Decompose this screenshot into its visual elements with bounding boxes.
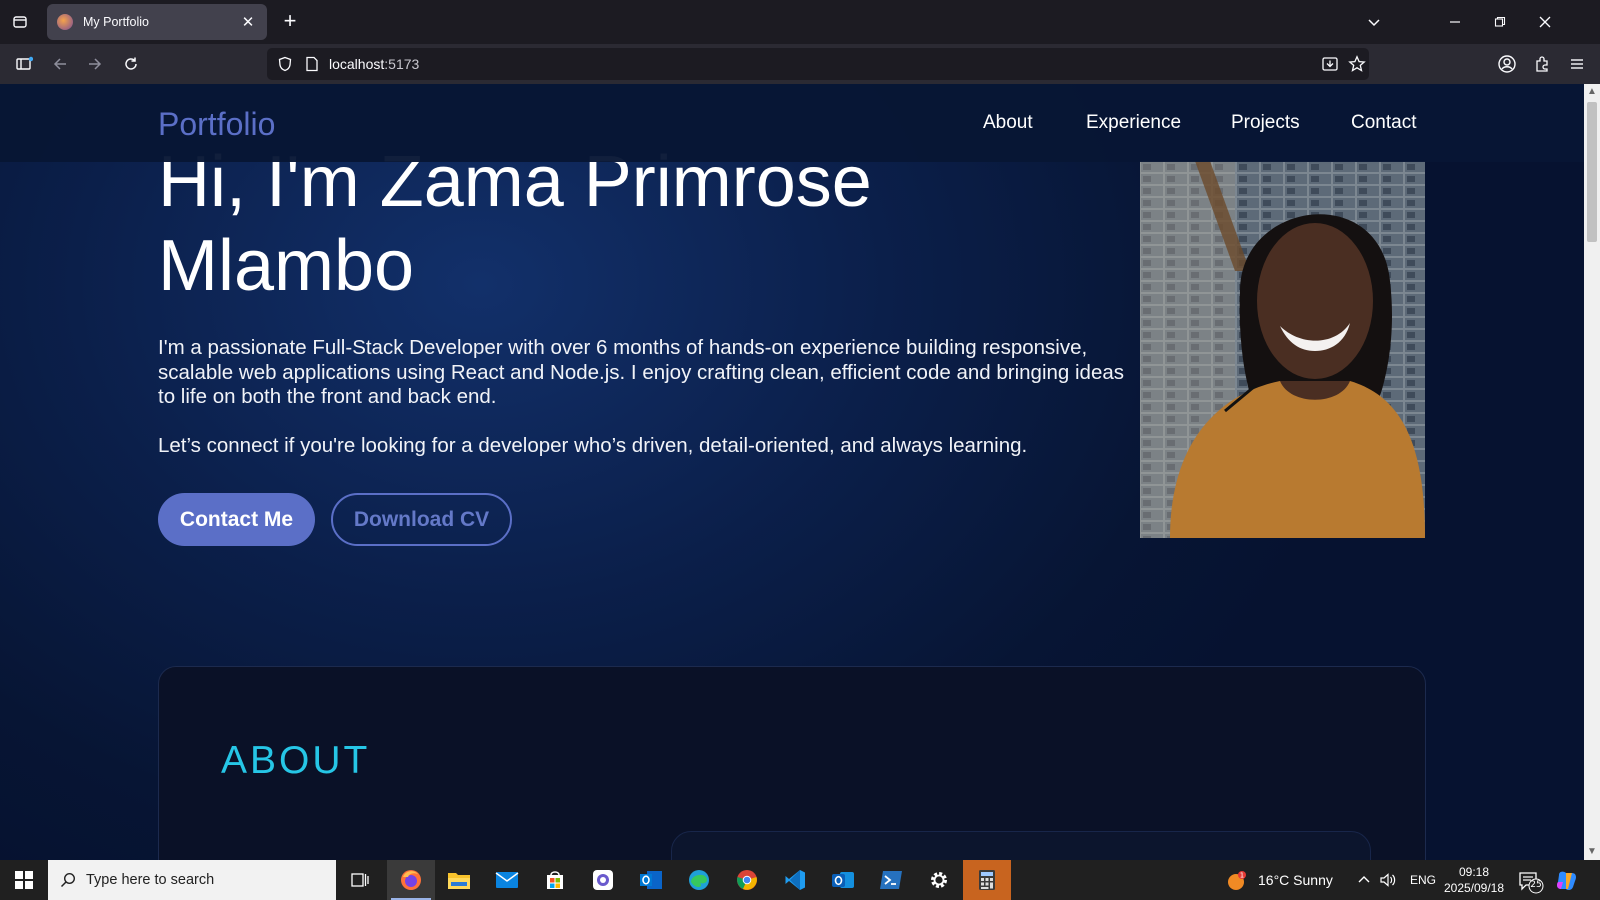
- nav-link-about[interactable]: About: [983, 112, 1033, 134]
- clock-date: 2025/09/18: [1443, 881, 1505, 895]
- about-heading: ABOUT: [221, 739, 371, 782]
- page-viewport: Hi, I'm Zama Primrose Mlambo I'm a passi…: [0, 84, 1584, 860]
- browser-tab-bar: My Portfolio ✕ +: [0, 0, 1600, 44]
- page-scrollbar[interactable]: ▲ ▼: [1584, 84, 1600, 860]
- svg-text:1: 1: [1240, 872, 1244, 880]
- new-tab-icon[interactable]: +: [278, 10, 302, 34]
- scroll-up-icon[interactable]: ▲: [1584, 84, 1600, 100]
- extensions-icon[interactable]: [1530, 52, 1554, 76]
- reload-icon[interactable]: [119, 52, 143, 76]
- hero-paragraph: I'm a passionate Full-Stack Developer wi…: [158, 336, 1125, 408]
- download-cv-button[interactable]: Download CV: [331, 493, 512, 546]
- volume-icon[interactable]: [1379, 872, 1397, 893]
- hero-description: I'm a passionate Full-Stack Developer wi…: [158, 336, 1143, 458]
- search-placeholder: Type here to search: [86, 872, 215, 888]
- about-content-card: [671, 831, 1371, 860]
- taskbar-search-input[interactable]: Type here to search: [48, 860, 336, 900]
- account-icon[interactable]: [1495, 52, 1519, 76]
- edge-icon[interactable]: [675, 860, 723, 900]
- chrome-icon[interactable]: [723, 860, 771, 900]
- sidebar-toggle-icon[interactable]: [12, 52, 36, 76]
- show-hidden-icons-chevron-icon[interactable]: [1357, 873, 1371, 892]
- shield-icon[interactable]: [277, 56, 293, 77]
- page-info-icon[interactable]: [305, 56, 319, 77]
- outlook-icon[interactable]: [627, 860, 675, 900]
- tab-close-icon[interactable]: ✕: [239, 13, 257, 31]
- clock-time: 09:18: [1458, 865, 1490, 879]
- scroll-down-icon[interactable]: ▼: [1584, 844, 1600, 860]
- save-to-pocket-icon[interactable]: [1321, 55, 1339, 78]
- weather-text[interactable]: 16°C Sunny: [1258, 872, 1333, 888]
- url-port: :5173: [384, 56, 420, 72]
- notifications-icon[interactable]: 25: [1518, 870, 1544, 899]
- tab-list-icon[interactable]: [8, 10, 32, 34]
- minimize-icon[interactable]: [1443, 10, 1467, 34]
- close-window-icon[interactable]: [1533, 10, 1557, 34]
- back-icon[interactable]: [48, 52, 72, 76]
- contact-me-button[interactable]: Contact Me: [158, 493, 315, 546]
- site-header: Portfolio About Experience Projects Cont…: [0, 84, 1584, 162]
- address-bar[interactable]: localhost:5173: [267, 48, 1369, 80]
- mail-icon[interactable]: [483, 860, 531, 900]
- forward-icon[interactable]: [83, 52, 107, 76]
- profile-photo: [1140, 161, 1425, 538]
- weather-icon[interactable]: 1: [1226, 870, 1248, 897]
- hero-title: Hi, I'm Zama Primrose Mlambo: [158, 140, 1078, 308]
- microsoft-store-icon[interactable]: [531, 860, 579, 900]
- taskbar: Type here to search 1 16°C Sunny ENG 09:…: [0, 860, 1600, 900]
- url-host: localhost: [329, 56, 385, 72]
- settings-gear-icon[interactable]: [915, 860, 963, 900]
- restore-icon[interactable]: [1488, 10, 1512, 34]
- url-text[interactable]: localhost:5173: [329, 56, 419, 72]
- site-logo[interactable]: Portfolio: [158, 106, 275, 143]
- windows-start-icon[interactable]: [0, 860, 48, 900]
- task-view-icon[interactable]: [336, 860, 384, 900]
- nav-link-projects[interactable]: Projects: [1231, 112, 1300, 134]
- vscode-icon[interactable]: [771, 860, 819, 900]
- notification-count-badge: 25: [1530, 880, 1542, 890]
- app-icon[interactable]: [579, 860, 627, 900]
- language-indicator[interactable]: ENG: [1410, 873, 1436, 887]
- about-section: ABOUT: [158, 666, 1426, 860]
- scrollbar-thumb[interactable]: [1587, 102, 1597, 242]
- bookmark-star-icon[interactable]: [1348, 55, 1366, 78]
- nav-link-contact[interactable]: Contact: [1351, 112, 1416, 134]
- tab-title: My Portfolio: [83, 15, 149, 29]
- calculator-icon[interactable]: [963, 860, 1011, 900]
- hero-title-line2: Mlambo: [158, 226, 415, 306]
- search-icon: [60, 872, 76, 888]
- copilot-icon[interactable]: [1555, 869, 1579, 898]
- list-all-tabs-icon[interactable]: [1362, 10, 1386, 34]
- menu-icon[interactable]: [1565, 52, 1589, 76]
- hero-paragraph: Let’s connect if you're looking for a de…: [158, 433, 1028, 457]
- nav-link-experience[interactable]: Experience: [1086, 112, 1181, 134]
- outlook-new-icon[interactable]: [819, 860, 867, 900]
- browser-toolbar: localhost:5173: [0, 44, 1600, 84]
- powershell-icon[interactable]: [867, 860, 915, 900]
- file-explorer-icon[interactable]: [435, 860, 483, 900]
- firefox-taskbar-icon[interactable]: [387, 860, 435, 900]
- taskbar-clock[interactable]: 09:18 2025/09/18: [1443, 864, 1505, 896]
- browser-tab[interactable]: My Portfolio ✕: [47, 4, 267, 40]
- tab-favicon-icon: [57, 14, 73, 30]
